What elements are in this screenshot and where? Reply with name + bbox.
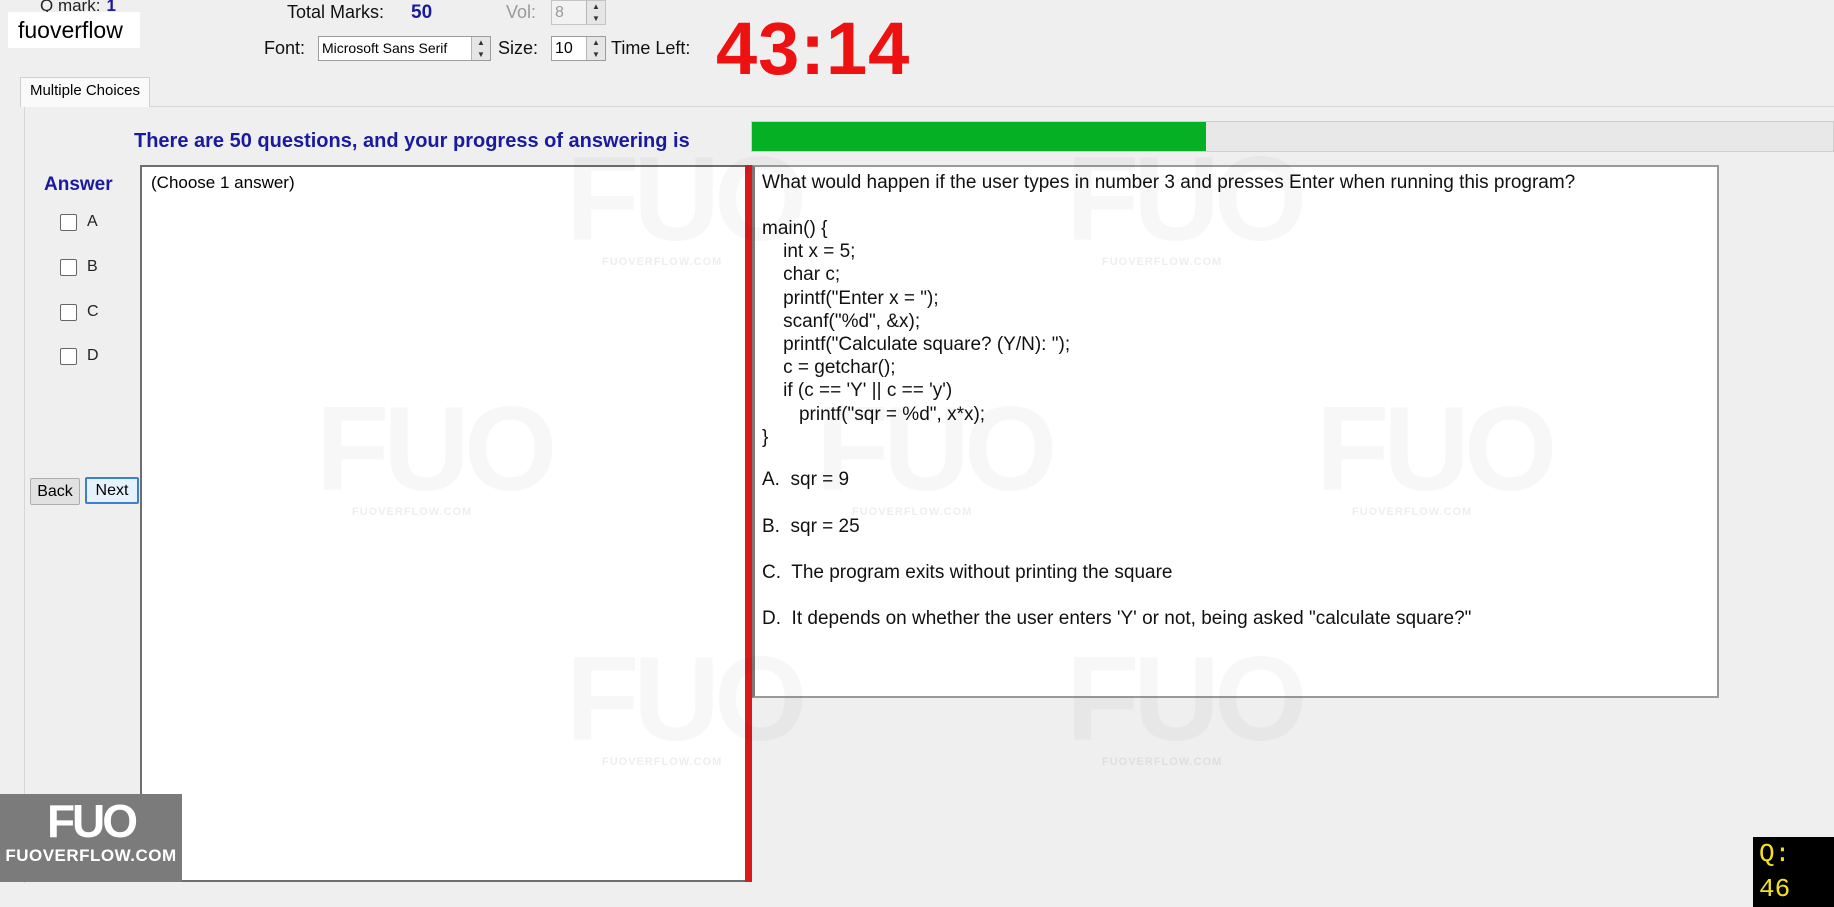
question-option-b: B. sqr = 25	[762, 516, 860, 537]
watermark: FUO	[1066, 630, 1301, 768]
volume-stepper[interactable]: 8 ▲ ▼	[551, 0, 606, 25]
answer-option-d[interactable]: D	[60, 347, 99, 365]
logo-caption: FUOVERFLOW.COM	[5, 846, 177, 865]
watermark: FUO	[566, 130, 801, 268]
answer-option-label: B	[87, 258, 98, 275]
question-option-c: C. The program exits without printing th…	[762, 562, 1173, 583]
font-value: Microsoft Sans Serif	[322, 40, 448, 56]
time-left-label: Time Left:	[611, 38, 691, 58]
watermark-caption: FUOVERFLOW.COM	[602, 256, 723, 268]
next-button[interactable]: Next	[85, 477, 139, 504]
font-selector[interactable]: Microsoft Sans Serif ▲ ▼	[318, 36, 491, 61]
volume-value: 8	[555, 4, 564, 21]
logo-mark: FUO	[46, 795, 138, 847]
answer-option-label: A	[87, 213, 98, 230]
chevron-up-icon[interactable]: ▲	[587, 1, 605, 13]
answer-option-c[interactable]: C	[60, 303, 99, 321]
size-label: Size:	[498, 38, 539, 58]
chevron-up-icon[interactable]: ▲	[472, 37, 490, 49]
watermark-caption: FUOVERFLOW.COM	[1102, 756, 1223, 768]
watermark: FUO	[316, 380, 551, 518]
brand-label: fuoverflow	[8, 12, 140, 48]
logo: FUO FUOVERFLOW.COM	[0, 794, 182, 882]
watermark-caption: FUOVERFLOW.COM	[1352, 506, 1473, 518]
chevron-down-icon[interactable]: ▼	[587, 13, 605, 25]
chevron-down-icon[interactable]: ▼	[587, 49, 605, 61]
font-spin-buttons[interactable]: ▲ ▼	[471, 37, 490, 60]
checkbox[interactable]	[60, 303, 77, 321]
volume-label: Vol:	[506, 2, 537, 22]
choose-hint: (Choose 1 answer)	[151, 173, 295, 192]
pane-divider[interactable]	[745, 165, 752, 882]
answer-option-label: C	[87, 303, 99, 320]
countdown-timer: 43:14	[716, 7, 911, 90]
answer-pane	[140, 165, 745, 882]
checkbox[interactable]	[60, 347, 77, 365]
checkbox[interactable]	[60, 258, 77, 276]
tab-multiple-choices[interactable]: Multiple Choices	[20, 77, 150, 107]
back-button[interactable]: Back	[30, 478, 80, 505]
font-label: Font:	[264, 38, 306, 58]
volume-spin-buttons[interactable]: ▲ ▼	[586, 1, 605, 24]
size-stepper[interactable]: 10 ▲ ▼	[551, 36, 606, 61]
watermark: FUO	[566, 630, 801, 768]
watermark-caption: FUOVERFLOW.COM	[852, 506, 973, 518]
watermark-caption: FUOVERFLOW.COM	[352, 506, 473, 518]
size-spin-buttons[interactable]: ▲ ▼	[586, 37, 605, 60]
question-number: Q: 46	[1753, 837, 1834, 907]
answer-option-b[interactable]: B	[60, 258, 98, 276]
watermark-caption: FUOVERFLOW.COM	[1102, 256, 1223, 268]
watermark: FUO	[1066, 130, 1301, 268]
question-option-d: D. It depends on whether the user enters…	[762, 608, 1472, 629]
answer-title: Answer	[44, 174, 113, 195]
watermark: FUO	[1316, 380, 1551, 518]
watermark: FUO	[816, 380, 1051, 518]
size-value: 10	[555, 40, 573, 57]
chevron-down-icon[interactable]: ▼	[472, 49, 490, 61]
total-marks-label: Total Marks:	[287, 2, 385, 22]
total-marks-value: 50	[411, 2, 433, 23]
checkbox[interactable]	[60, 213, 77, 231]
answer-option-a[interactable]: A	[60, 213, 98, 231]
chevron-up-icon[interactable]: ▲	[587, 37, 605, 49]
answer-option-label: D	[87, 347, 99, 364]
watermark-caption: FUOVERFLOW.COM	[602, 756, 723, 768]
